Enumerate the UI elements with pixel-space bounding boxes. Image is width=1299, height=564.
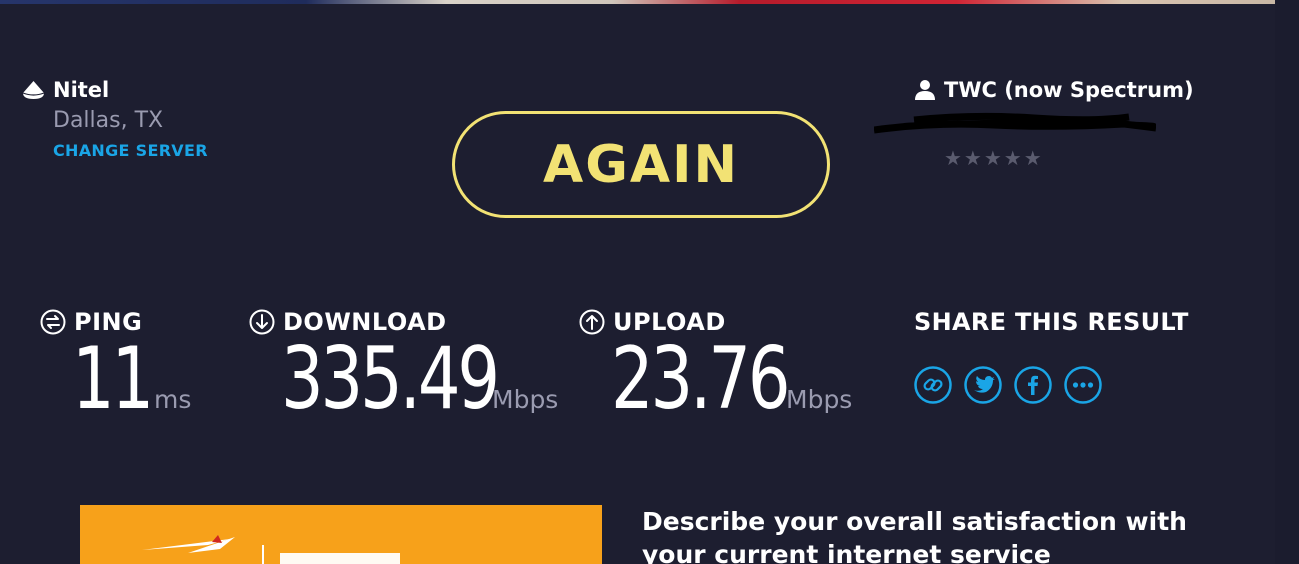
redacted-ip-scribble (874, 112, 1156, 134)
download-metric: DOWNLOAD 335.49 Mbps (249, 308, 558, 422)
again-button-label: AGAIN (542, 134, 740, 195)
upload-value: 23.76 (611, 329, 791, 429)
right-edge (1275, 0, 1299, 564)
server-info: Nitel Dallas, TX CHANGE SERVER (22, 78, 208, 160)
upload-unit: Mbps (786, 385, 853, 414)
server-icon (22, 81, 45, 99)
server-name: Nitel (53, 78, 110, 102)
advertisement-banner[interactable] (80, 505, 602, 564)
ad-logo-graphic (142, 535, 400, 564)
ping-metric: PING 11 ms (40, 308, 191, 422)
ping-value: 11 (72, 329, 154, 429)
share-icons (914, 366, 1189, 404)
upload-icon (579, 309, 605, 335)
upload-metric: UPLOAD 23.76 Mbps (579, 308, 852, 422)
download-unit: Mbps (492, 385, 559, 414)
isp-rating-stars[interactable]: ★★★★★ (944, 146, 1044, 170)
more-icon[interactable] (1064, 366, 1102, 404)
facebook-icon[interactable] (1014, 366, 1052, 404)
share-title: SHARE THIS RESULT (914, 308, 1189, 336)
share-section: SHARE THIS RESULT (914, 308, 1189, 404)
download-icon (249, 309, 275, 335)
server-location: Dallas, TX (53, 108, 164, 133)
ping-unit: ms (154, 385, 192, 414)
download-value: 335.49 (281, 329, 500, 429)
isp-info: TWC (now Spectrum) (914, 78, 1194, 102)
isp-name: TWC (now Spectrum) (944, 78, 1194, 102)
change-server-link[interactable]: CHANGE SERVER (53, 141, 208, 160)
speedtest-results-page: Nitel Dallas, TX CHANGE SERVER AGAIN TWC… (0, 0, 1299, 564)
again-button[interactable]: AGAIN (452, 111, 830, 218)
user-icon (915, 80, 935, 100)
twitter-icon[interactable] (964, 366, 1002, 404)
link-icon[interactable] (914, 366, 952, 404)
ping-icon (40, 309, 66, 335)
survey-question: Describe your overall satisfaction with … (642, 507, 1187, 564)
top-banner-image (0, 0, 1275, 4)
